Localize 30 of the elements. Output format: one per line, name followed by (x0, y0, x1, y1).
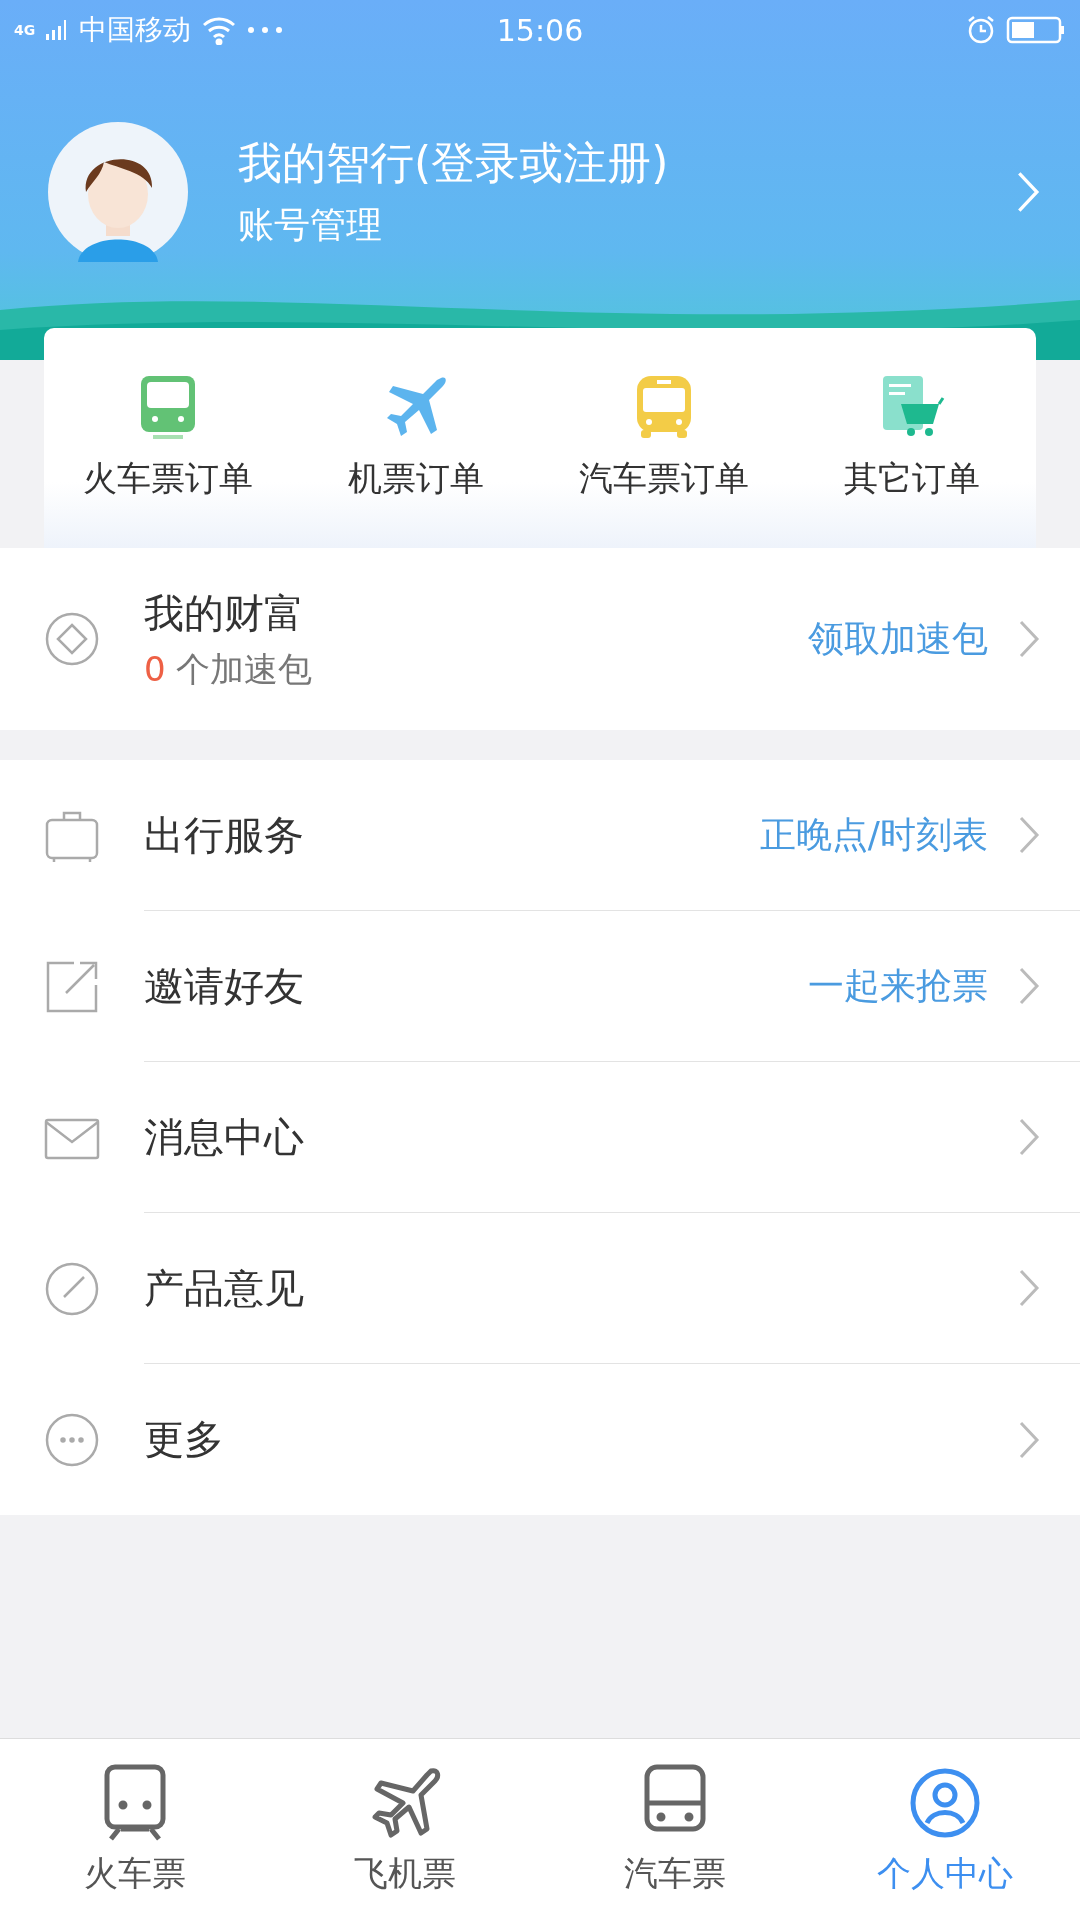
alarm-icon (966, 15, 996, 45)
chevron-icon (1018, 815, 1040, 855)
menu-item[interactable]: 产品意见 (144, 1260, 1018, 1316)
more-icon (247, 26, 284, 34)
menu-item[interactable]: 更多 (144, 1412, 1018, 1467)
menu-item[interactable]: 消息中心 (144, 1109, 1018, 1165)
menu-item[interactable]: 出行服务 (144, 807, 760, 863)
network-type: 4G (14, 22, 36, 38)
more-icon (44, 1411, 100, 1468)
chevron-icon (1015, 170, 1040, 214)
boost-count: 0 个加速包 (144, 647, 314, 691)
chevron-icon (1018, 619, 1040, 659)
nav-tab[interactable]: 汽车票 (540, 1739, 810, 1920)
chevron-icon (1018, 1268, 1040, 1308)
order-shortcut[interactable]: 机票订单 (348, 456, 484, 502)
chevron-icon (1018, 966, 1040, 1006)
chevron-icon (1018, 1419, 1040, 1460)
order-shortcut[interactable]: 汽车票订单 (579, 456, 749, 502)
battery-icon (1006, 16, 1066, 44)
nav-tab[interactable]: 飞机票 (270, 1739, 540, 1920)
account-subtitle: 账号管理 (238, 203, 383, 247)
pen-icon (44, 1260, 100, 1317)
order-shortcut[interactable]: 其它订单 (844, 456, 980, 502)
order-shortcut[interactable]: 火车票订单 (83, 456, 253, 502)
carrier-name: 中国移动 (79, 12, 192, 48)
nav-tab[interactable]: 火车票 (0, 1739, 270, 1920)
menu-item[interactable]: 邀请好友 (144, 958, 808, 1014)
status-time: 15:06 (496, 12, 584, 48)
chevron-icon (1018, 1117, 1040, 1157)
wealth-title: 我的财富 (144, 588, 305, 638)
